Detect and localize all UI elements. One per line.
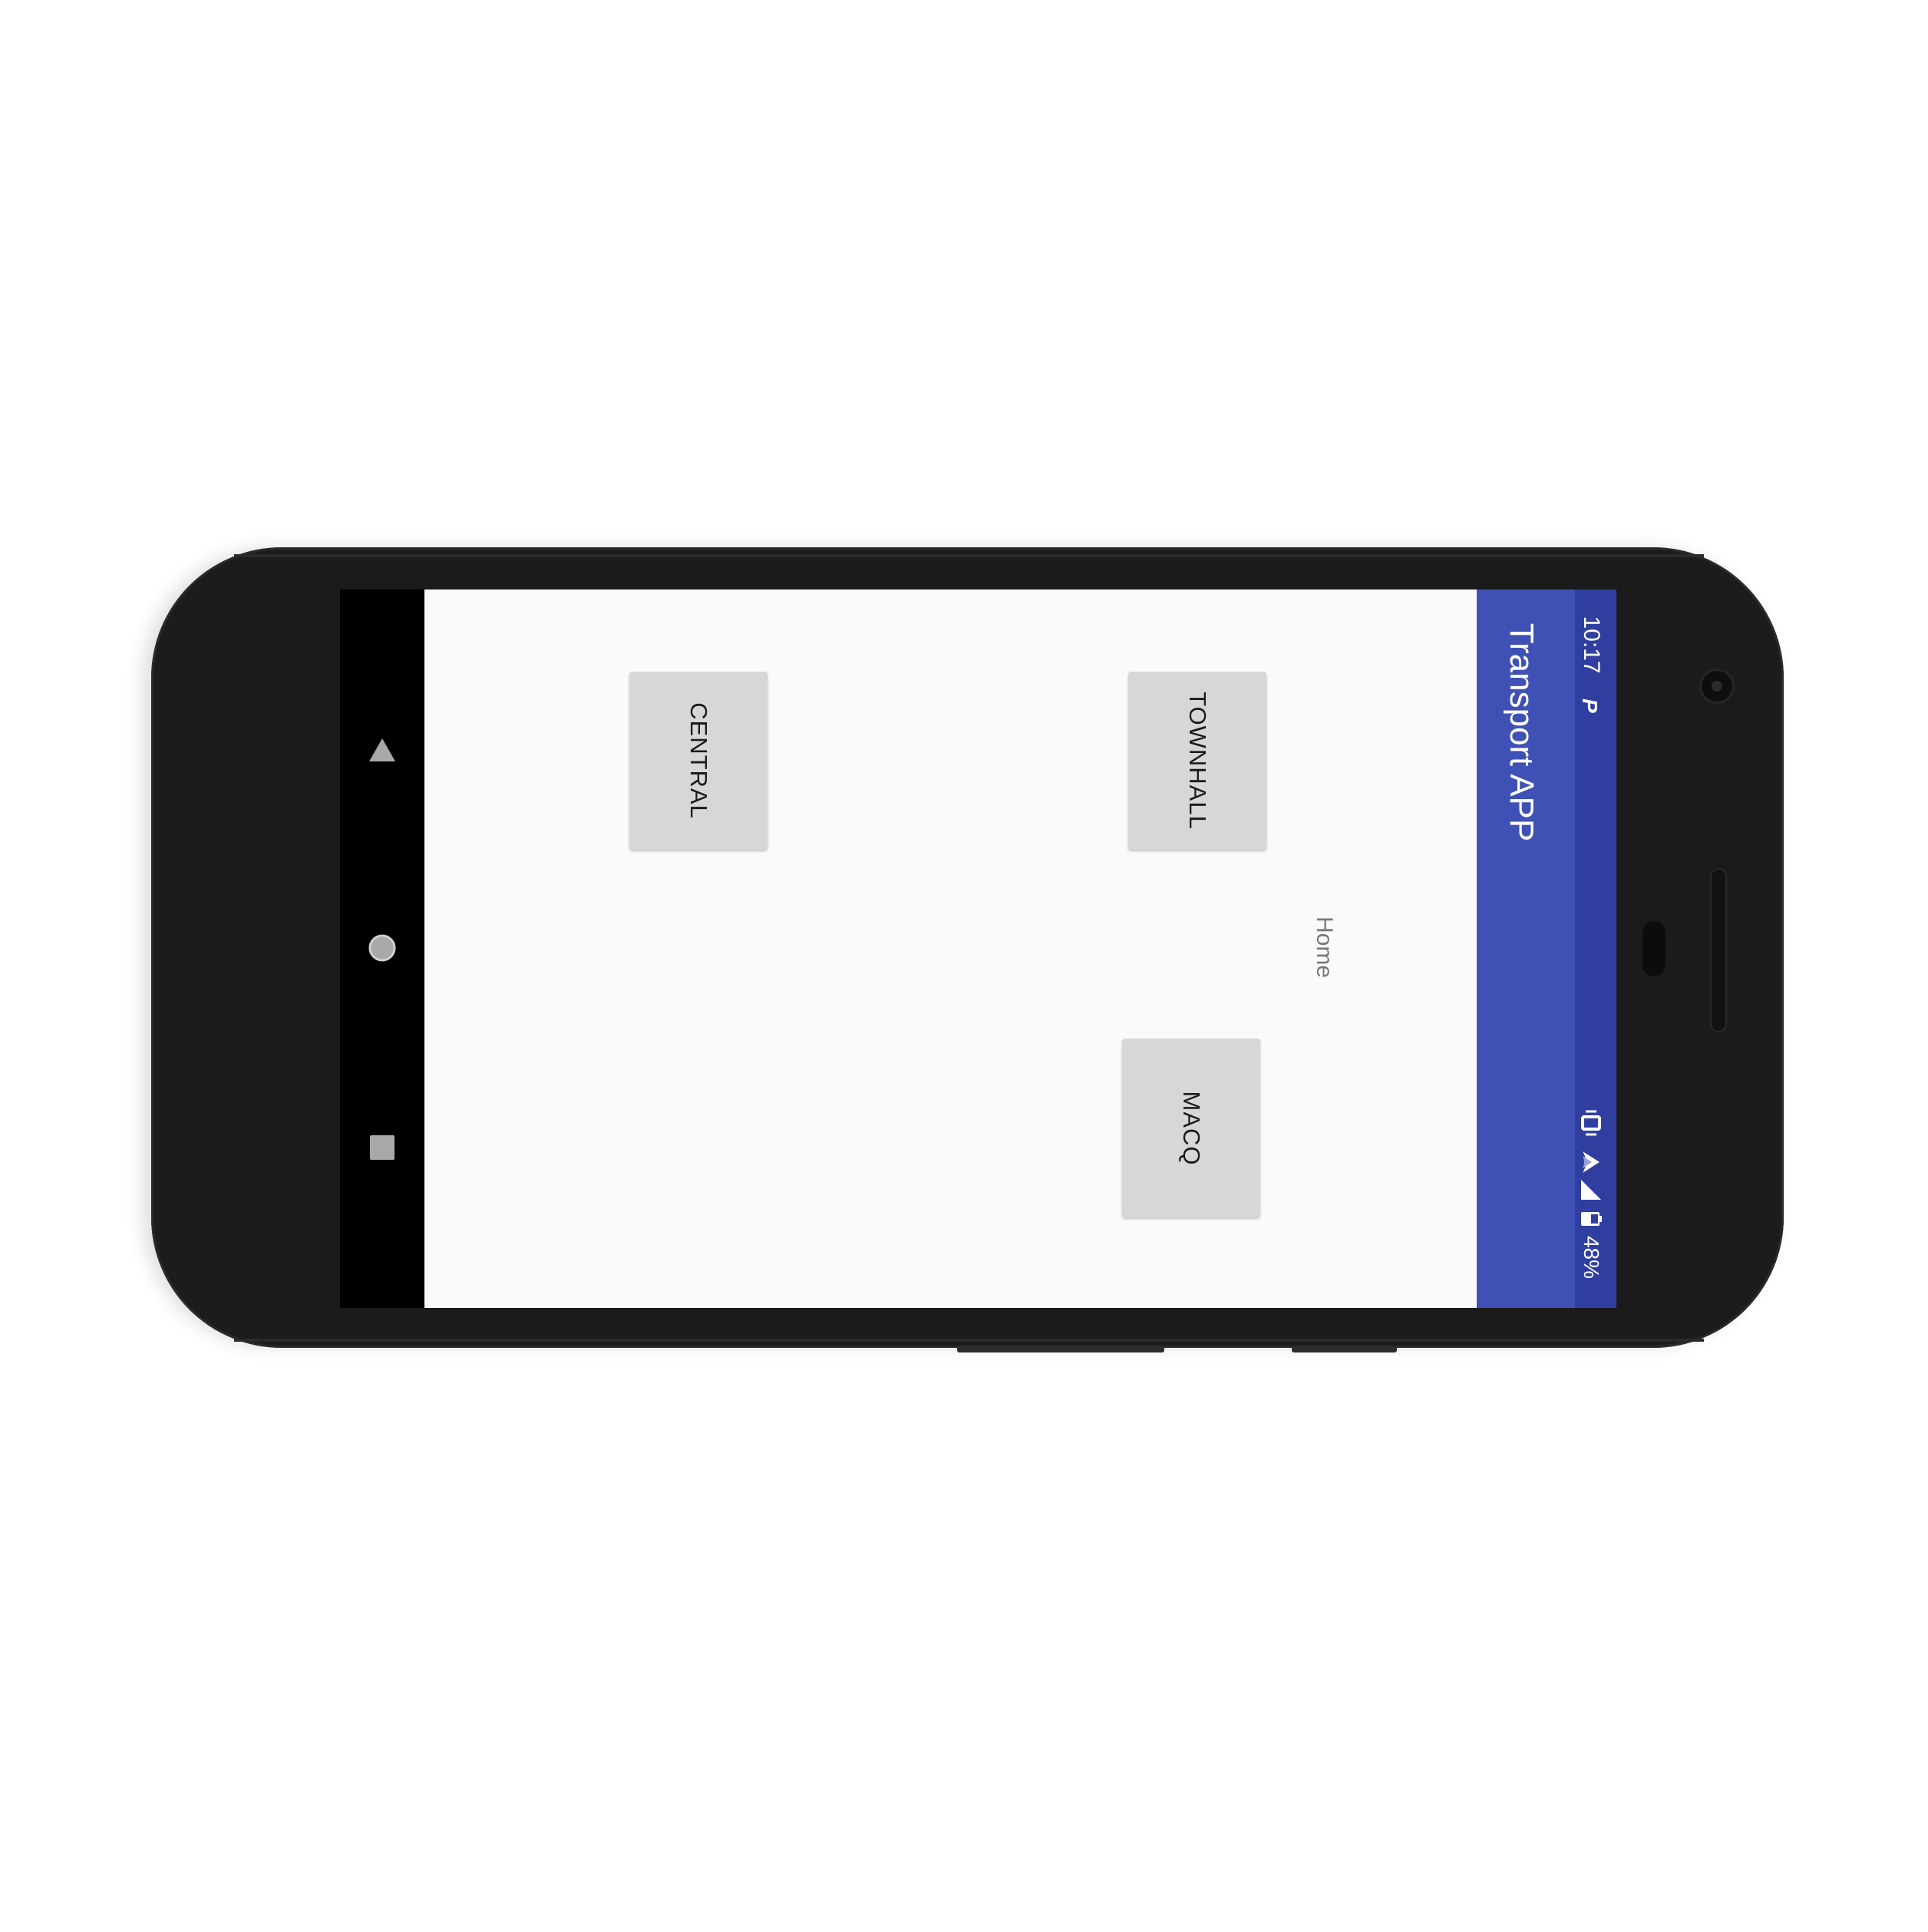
macq-button[interactable]: MACQ bbox=[1122, 1039, 1260, 1217]
home-icon bbox=[368, 934, 396, 962]
status-time: 10:17 bbox=[1579, 616, 1604, 674]
top-rail bbox=[234, 554, 1704, 557]
proximity-sensor bbox=[1642, 921, 1666, 976]
home-label: Home bbox=[1312, 916, 1337, 979]
central-button[interactable]: CENTRAL bbox=[629, 672, 768, 850]
wifi-icon bbox=[1580, 1150, 1603, 1174]
home-nav-button[interactable] bbox=[367, 933, 398, 963]
app-title: Transport APP bbox=[1503, 623, 1540, 842]
bottom-rail bbox=[234, 1339, 1704, 1342]
central-button-label: CENTRAL bbox=[685, 702, 712, 819]
recents-button[interactable] bbox=[369, 1134, 395, 1161]
back-button[interactable] bbox=[367, 735, 398, 766]
svg-text:P: P bbox=[1580, 698, 1602, 713]
macq-button-label: MACQ bbox=[1178, 1091, 1205, 1165]
battery-icon bbox=[1580, 1210, 1602, 1227]
back-icon bbox=[369, 738, 395, 761]
speaker-grille bbox=[1712, 870, 1725, 1031]
battery-percent: 48% bbox=[1580, 1235, 1603, 1280]
volume-button bbox=[957, 1346, 1164, 1352]
camera-lens bbox=[1712, 681, 1722, 692]
power-button bbox=[1292, 1346, 1397, 1352]
vibrate-icon bbox=[1580, 1109, 1603, 1137]
townhall-button[interactable]: TOWNHALL bbox=[1128, 672, 1266, 850]
recents-icon bbox=[370, 1135, 395, 1160]
parking-p-icon: P bbox=[1578, 695, 1603, 718]
cellular-signal-icon bbox=[1580, 1178, 1603, 1201]
townhall-button-label: TOWNHALL bbox=[1184, 692, 1211, 830]
